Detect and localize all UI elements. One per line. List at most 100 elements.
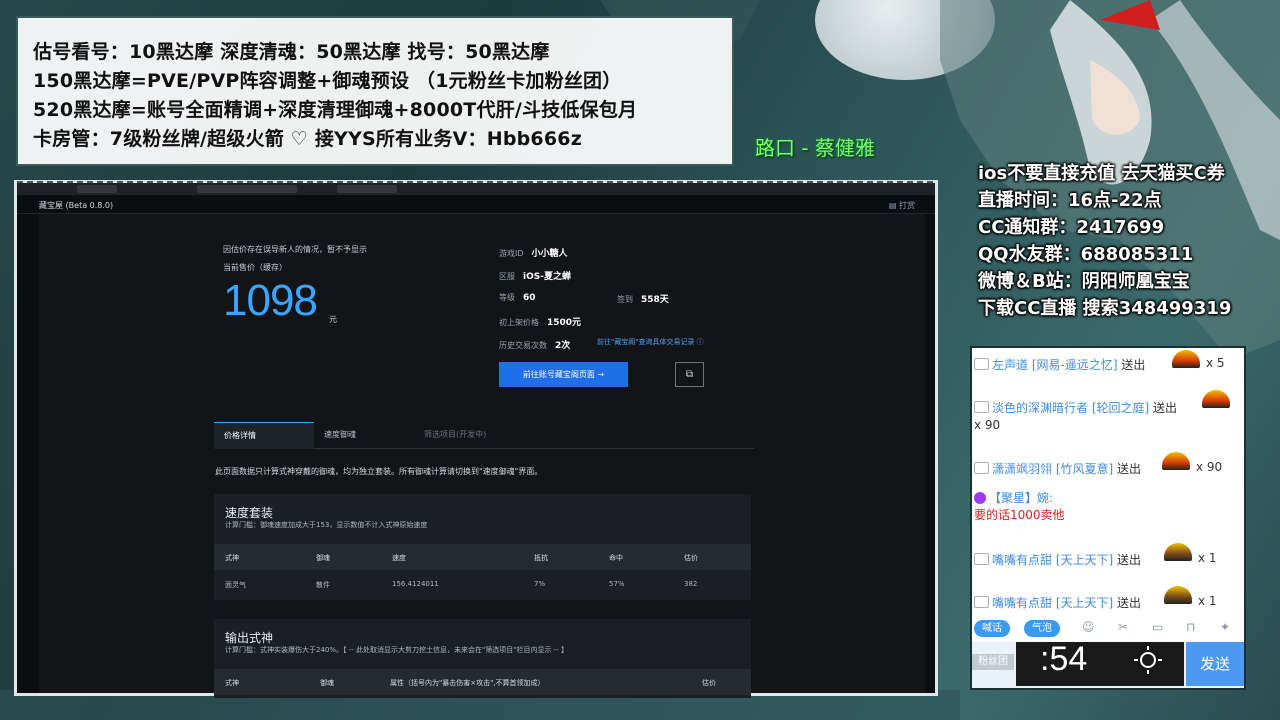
history-row: 历史交易次数 2次 [499, 338, 570, 351]
price-unit: 元 [329, 315, 337, 324]
chat-action: 送出 [1153, 401, 1178, 415]
price-note: 因估价存在误导新人的情况，暂不予显示 [223, 245, 367, 254]
trade-history-link[interactable]: 前往"藏宝阁"查询具体交易记录 ⓘ [597, 337, 704, 347]
output-card-title: 输出式神 [225, 631, 274, 645]
col-resist: 抵抗 [534, 554, 548, 562]
gift-icon [1164, 586, 1192, 604]
speed-card-subtitle: 计算门槛：御魂速度加成大于153，显示数值不计入式神原始速度 [225, 521, 428, 529]
chat-action: 送出 [1117, 596, 1142, 610]
fan-club-tab[interactable]: 粉丝团 [972, 654, 1014, 670]
cell-soul: 散件 [316, 581, 330, 589]
history-label: 历史交易次数 [499, 341, 547, 350]
goto-treasure-button[interactable]: 前往账号藏宝阁页面 → [499, 362, 628, 387]
puzzle-icon[interactable]: ✦ [1220, 620, 1230, 634]
lock-icon[interactable]: ⊓ [1186, 620, 1195, 634]
gift-count: x 5 [1206, 356, 1225, 370]
chat-message: 潇潇飒羽翎 [竹风夏意] 送出 x 90 [974, 452, 1240, 477]
bubble-button[interactable]: 气泡 [1024, 620, 1060, 637]
smile-icon[interactable]: ☺ [1082, 620, 1095, 634]
tab-price-detail[interactable]: 价格详情 [214, 422, 314, 449]
tab-speed-soul[interactable]: 速度御魂 [314, 422, 414, 448]
history-value: 2次 [555, 341, 571, 351]
chat-toolbar: 喊话 气泡 ☺ ✂ ▭ ⊓ ✦ [972, 618, 1244, 640]
output-table-header: 式神 御魂 属性（括号内为"暴击伤害×攻击",不算首领加成） 估价 [214, 669, 751, 695]
fan-badge-icon [974, 492, 986, 504]
speed-table-header: 式神 御魂 速度 抵抗 命中 估价 [214, 544, 751, 570]
gift-icon [1162, 452, 1190, 470]
chat-text: 要的话1000卖他 [974, 508, 1065, 522]
chat-message: 嘴嘴有点甜 [天上天下] 送出 x 1 [974, 543, 1240, 568]
cell-resist: 7% [534, 580, 546, 588]
chat-room-tag: [竹风夏意] [1055, 462, 1114, 476]
cell-speed: 156.4124011 [392, 580, 439, 588]
chat-room-tag: [网易-遥远之忆] [1031, 358, 1118, 372]
server-value: iOS-夏之蝉 [523, 272, 571, 282]
cell-shikigami: 面灵气 [225, 581, 246, 589]
image-icon[interactable]: ▭ [1152, 620, 1163, 634]
level-row: 等级 60 [499, 292, 536, 303]
app-content: 因估价存在误导新人的情况，暂不予显示 当前售价（缓存） 1098 元 游戏ID 小… [39, 214, 925, 698]
captured-app-window: 藏宝屋 (Beta 0.8.0) ▤ 打赏 因估价存在误导新人的情况，暂不予显示… [14, 180, 938, 698]
browser-tab[interactable] [337, 185, 397, 193]
chat-message: 嘴嘴有点甜 [天上天下] 送出 x 1 [974, 586, 1240, 611]
copy-icon[interactable]: ⧉ [675, 362, 704, 387]
gift-icon [1164, 543, 1192, 561]
first-price-row: 初上架价格 1500元 [499, 315, 581, 328]
col-shikigami: 式神 [225, 679, 239, 687]
col-hit: 命中 [609, 554, 623, 562]
app-title: 藏宝屋 (Beta 0.8.0) [39, 201, 114, 210]
message-icon [974, 462, 989, 474]
col-attributes: 属性（括号内为"暴击伤害×攻击",不算首领加成） [390, 679, 545, 687]
chat-username[interactable]: 嘴嘴有点甜 [992, 596, 1052, 610]
first-price-label: 初上架价格 [499, 318, 539, 327]
server-row: 区服 iOS-夏之蝉 [499, 269, 571, 282]
clock-time: :54 [1040, 640, 1088, 678]
chat-message: 淡色的深渊暗行者 [轮回之庭] 送出 x 90 [974, 390, 1240, 434]
shout-button[interactable]: 喊话 [974, 620, 1010, 637]
game-id-label: 游戏ID [499, 249, 524, 258]
send-button[interactable]: 发送 [1186, 642, 1244, 686]
browser-tab-strip [17, 183, 935, 195]
info-line-2: 直播时间：16点-22点 [978, 190, 1162, 211]
chat-room-tag: [轮回之庭] [1091, 401, 1150, 415]
chat-username[interactable]: 左声道 [992, 358, 1028, 372]
signin-value: 558天 [641, 295, 669, 305]
browser-tab[interactable] [77, 185, 117, 193]
game-id-row: 游戏ID 小小糖人 [499, 246, 568, 259]
donate-link[interactable]: ▤ 打赏 [889, 200, 915, 211]
chat-username[interactable]: 潇潇飒羽翎 [992, 462, 1052, 476]
gift-count: x 90 [974, 418, 1001, 432]
now-playing-label: 路口 - 蔡健雅 [755, 136, 875, 160]
browser-tab[interactable] [197, 185, 297, 193]
promo-line-4: 卡房管：7级粉丝牌/超级火箭 ♡ 接YYS所有业务V：Hbb666z [33, 128, 582, 150]
output-card-subtitle: 计算门槛：式神实装爆伤大于240%。【 -- 此处取消显示大剪刀挖土信息，未来会… [225, 646, 568, 654]
gift-count: x 90 [1196, 460, 1223, 474]
detail-tabs: 价格详情 速度御魂 筛选项目(开发中) [214, 422, 754, 449]
chat-username[interactable]: 【聚星】婉: [989, 491, 1053, 505]
chat-action: 送出 [1121, 358, 1146, 372]
current-price: 1098 [223, 276, 318, 325]
page-description: 此页面数据只计算式神穿戴的御魂，均为独立套装。所有御魂计算请切换到"速度御魂"界… [215, 467, 543, 476]
tab-filter[interactable]: 筛选项目(开发中) [414, 422, 544, 448]
live-chat-panel: 左声道 [网易-遥远之忆] 送出 x 5 淡色的深渊暗行者 [轮回之庭] 送出 … [970, 346, 1246, 690]
level-value: 60 [523, 293, 536, 303]
promo-text-panel: 估号看号：10黑达摩 深度清魂：50黑达摩 找号：50黑达摩 150黑达摩=PV… [16, 16, 734, 166]
info-line-4: QQ水友群：688085311 [978, 244, 1194, 265]
chat-username[interactable]: 淡色的深渊暗行者 [992, 401, 1088, 415]
gift-count: x 1 [1198, 551, 1217, 565]
chat-username[interactable]: 嘴嘴有点甜 [992, 553, 1052, 567]
speed-set-card: 速度套装 计算门槛：御魂速度加成大于153，显示数值不计入式神原始速度 式神 御… [214, 494, 751, 600]
promo-line-2: 150黑达摩=PVE/PVP阵容调整+御魂预设 （1元粉丝卡加粉丝团） [33, 70, 622, 92]
chat-action: 送出 [1117, 553, 1142, 567]
chat-room-tag: [天上天下] [1055, 596, 1114, 610]
signin-row: 签到 558天 [617, 292, 669, 305]
promo-line-1: 估号看号：10黑达摩 深度清魂：50黑达摩 找号：50黑达摩 [33, 41, 550, 63]
info-line-1: ios不要直接充值 去天猫买C券 [978, 163, 1225, 184]
level-label: 等级 [499, 293, 515, 302]
chat-room-tag: [天上天下] [1055, 553, 1114, 567]
sun-icon [1134, 646, 1162, 674]
scissors-icon[interactable]: ✂ [1118, 620, 1128, 634]
col-estimate: 估价 [702, 679, 716, 687]
message-icon [974, 596, 989, 608]
info-line-5: 微博＆B站：阴阳师凰宝宝 [978, 271, 1190, 292]
